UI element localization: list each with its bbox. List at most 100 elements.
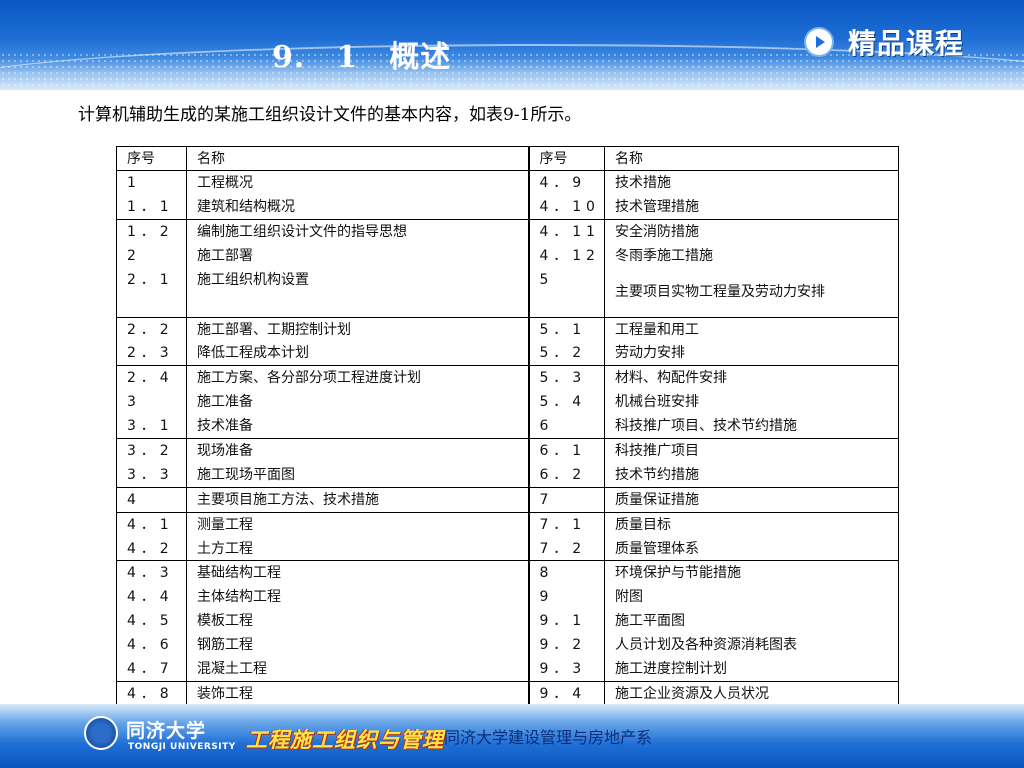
table-cell-number: 3．1 — [116, 414, 187, 439]
table-row: 4．6 钢筋工程 9．2 人员计划及各种资源消耗图表 — [116, 633, 899, 658]
table-cell-name: 科技推广项目、技术节约措施 — [604, 414, 899, 439]
content-table: 序号 名称 序号 名称 1 工程概况 4．9 技术措施 1．1 建筑和结构概况 4．10 技术… — [116, 146, 899, 707]
table-cell-name: 现场准备 — [186, 438, 529, 463]
table-cell-number: 4．11 — [527, 218, 605, 244]
table-cell-number: 9．3 — [527, 657, 605, 682]
brand-label: 精品课程 — [848, 27, 965, 60]
table-cell-number: 7 — [527, 486, 605, 513]
table-cell-name: 施工现场平面图 — [186, 462, 529, 488]
table-cell-name: 施工组织机构设置 — [186, 267, 529, 318]
table-row: 3．3 施工现场平面图 6．2 技术节约措施 — [116, 462, 899, 488]
table-cell-name: 人员计划及各种资源消耗图表 — [604, 633, 899, 658]
table-cell-name: 施工方案、各分部分项工程进度计划 — [186, 365, 529, 391]
table-row: 1．2 编制施工组织设计文件的指导思想 4．11 安全消防措施 — [116, 218, 899, 244]
table-cell-name: 技术准备 — [186, 414, 529, 439]
brand-badge: 精品课程 — [806, 24, 964, 60]
play-icon — [806, 29, 832, 55]
department-name: 同济大学建设管理与房地产系 — [444, 730, 653, 747]
table-cell-name: 建筑和结构概况 — [186, 194, 529, 220]
table-cell-name: 施工平面图 — [604, 609, 899, 634]
table-cell-number: 5．4 — [527, 390, 605, 415]
table-cell-name: 基础结构工程 — [186, 560, 529, 586]
table-cell-number: 9．1 — [527, 609, 605, 634]
table-cell-name: 土方工程 — [186, 536, 529, 561]
table-row: 4．4 主体结构工程 9 附图 — [116, 585, 899, 610]
table-cell-number: 9 — [527, 585, 605, 610]
table-header-cell: 名称 — [186, 146, 529, 171]
table-cell-number: 5．2 — [527, 341, 605, 366]
course-title: 工程施工组织与管理 — [246, 727, 444, 752]
table-cell-name: 施工进度控制计划 — [604, 657, 899, 682]
table-cell-number: 4．8 — [116, 680, 187, 707]
table-cell-name: 施工准备 — [186, 390, 529, 415]
table-cell-name: 主要项目施工方法、技术措施 — [186, 486, 529, 513]
table-row: 4．8 装饰工程 9．4 施工企业资源及人员状况 — [116, 680, 899, 707]
table-cell-number: 1 — [116, 170, 187, 195]
table-cell-name: 质量目标 — [604, 511, 899, 537]
table-row: 4．2 土方工程 7．2 质量管理体系 — [116, 536, 899, 561]
table-cell-number: 7．1 — [527, 511, 605, 537]
table-cell-number: 4．5 — [116, 609, 187, 634]
table-cell-number: 9．4 — [527, 680, 605, 707]
table-row: 4．1 测量工程 7．1 质量目标 — [116, 511, 899, 537]
table-cell-number: 7．2 — [527, 536, 605, 561]
table-cell-name: 科技推广项目 — [604, 438, 899, 463]
table-cell-number: 1．2 — [116, 218, 187, 244]
table-cell-name: 机械台班安排 — [604, 390, 899, 415]
table-cell-name: 施工企业资源及人员状况 — [604, 680, 899, 707]
table-cell-name: 质量管理体系 — [604, 536, 899, 561]
table-row: 2．1 施工组织机构设置 5 主要项目实物工程量及劳动力安排 — [116, 267, 899, 318]
table-cell-name: 装饰工程 — [186, 680, 529, 707]
university-name: 同济大学 — [126, 720, 207, 742]
university-name-en: TONGJI UNIVERSITY — [128, 742, 236, 752]
table-cell-name: 技术措施 — [604, 170, 899, 195]
table-cell-number: 3 — [116, 390, 187, 415]
intro-text: 计算机辅助生成的某施工组织设计文件的基本内容，如表9-1所示。 — [78, 105, 582, 125]
table-header-cell: 序号 — [527, 146, 605, 171]
table-cell-number: 4．12 — [527, 243, 605, 268]
table-cell-number: 2 — [116, 243, 187, 268]
university-seal-icon — [84, 716, 118, 750]
table-row: 4．7 混凝土工程 9．3 施工进度控制计划 — [116, 657, 899, 682]
table-cell-number: 1．1 — [116, 194, 187, 220]
table-cell-number: 5 — [527, 267, 605, 318]
table-cell-number: 4．1 — [116, 511, 187, 537]
table-cell-number: 4．4 — [116, 585, 187, 610]
table-cell-number: 6．1 — [527, 438, 605, 463]
table-cell-number: 4 — [116, 486, 187, 513]
table-cell-number: 6 — [527, 414, 605, 439]
table-row: 2．4 施工方案、各分部分项工程进度计划 5．3 材料、构配件安排 — [116, 365, 899, 391]
table-row: 3．1 技术准备 6 科技推广项目、技术节约措施 — [116, 414, 899, 439]
table-cell-name: 施工部署、工期控制计划 — [186, 316, 529, 342]
table-cell-number: 4．3 — [116, 560, 187, 586]
table-cell-number: 5．1 — [527, 316, 605, 342]
table-cell-name: 附图 — [604, 585, 899, 610]
table-cell-number: 3．2 — [116, 438, 187, 463]
table-cell-name: 测量工程 — [186, 511, 529, 537]
table-row: 4．5 模板工程 9．1 施工平面图 — [116, 609, 899, 634]
table-cell-number: 5．3 — [527, 365, 605, 391]
table-cell-name: 技术管理措施 — [604, 194, 899, 220]
table-row: 2．3 降低工程成本计划 5．2 劳动力安排 — [116, 341, 899, 366]
header-banner: 9. 1 概述 精品课程 — [0, 0, 1024, 90]
table-cell-name: 工程量和用工 — [604, 316, 899, 342]
table-cell-name: 工程概况 — [186, 170, 529, 195]
table-cell-name: 质量保证措施 — [604, 486, 899, 513]
table-cell-name: 冬雨季施工措施 — [604, 243, 899, 268]
table-cell-name: 降低工程成本计划 — [186, 341, 529, 366]
table-cell-name: 施工部署 — [186, 243, 529, 268]
table-cell-number: 4．9 — [527, 170, 605, 195]
table-cell-name: 劳动力安排 — [604, 341, 899, 366]
table-cell-number: 3．3 — [116, 462, 187, 488]
table-cell-number: 2．1 — [116, 267, 187, 318]
table-row: 2．2 施工部署、工期控制计划 5．1 工程量和用工 — [116, 316, 899, 342]
table-cell-name: 材料、构配件安排 — [604, 365, 899, 391]
table-row: 3 施工准备 5．4 机械台班安排 — [116, 390, 899, 415]
table-cell-name: 编制施工组织设计文件的指导思想 — [186, 218, 529, 244]
table-cell-name: 主要项目实物工程量及劳动力安排 — [604, 267, 899, 318]
table-row: 4 主要项目施工方法、技术措施 7 质量保证措施 — [116, 486, 899, 513]
table-cell-number: 4．10 — [527, 194, 605, 220]
table-cell-name: 钢筋工程 — [186, 633, 529, 658]
table-cell-number: 2．3 — [116, 341, 187, 366]
table-row: 1．1 建筑和结构概况 4．10 技术管理措施 — [116, 194, 899, 220]
